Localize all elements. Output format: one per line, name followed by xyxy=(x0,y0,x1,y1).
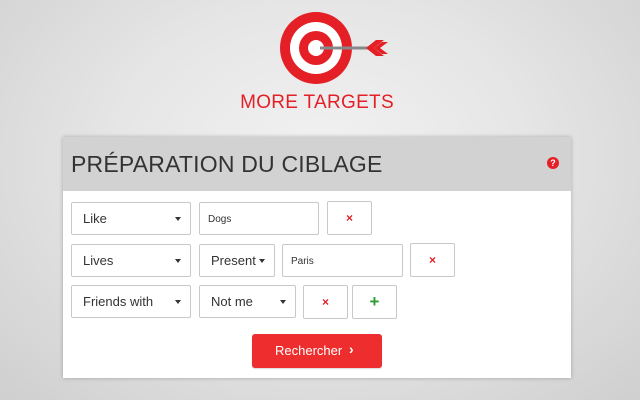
value-input-paris[interactable]: Paris xyxy=(282,244,403,277)
remove-row-button[interactable]: × xyxy=(303,285,348,319)
value-input-dogs[interactable]: Dogs xyxy=(199,202,319,235)
search-button[interactable]: Rechercher › xyxy=(252,334,382,368)
caret-down-icon xyxy=(259,259,265,263)
criterion-select-label: Lives xyxy=(83,253,114,268)
help-icon[interactable]: ? xyxy=(547,157,559,169)
criterion-select-like[interactable]: Like xyxy=(71,202,191,235)
close-icon: × xyxy=(321,295,329,309)
panel-header: PRÉPARATION DU CIBLAGE ? xyxy=(63,137,571,191)
who-select[interactable]: Not me xyxy=(199,285,296,318)
close-icon: × xyxy=(428,253,436,267)
who-select-label: Not me xyxy=(211,294,253,309)
plus-icon: + xyxy=(369,292,380,311)
brand-name: MORE TARGETS xyxy=(240,92,394,113)
close-icon: × xyxy=(345,211,353,225)
criterion-select-friends-with[interactable]: Friends with xyxy=(71,285,191,318)
value-input-text: Paris xyxy=(291,256,314,267)
add-row-button[interactable]: + xyxy=(352,285,397,319)
logo-area: MORE TARGETS xyxy=(0,0,640,130)
panel-title: PRÉPARATION DU CIBLAGE xyxy=(71,151,383,177)
caret-down-icon xyxy=(175,217,181,221)
search-button-label: Rechercher xyxy=(275,343,343,358)
tense-select-label: Present xyxy=(211,253,256,268)
criterion-select-label: Like xyxy=(83,211,107,226)
tense-select[interactable]: Present xyxy=(199,244,275,277)
criterion-select-label: Friends with xyxy=(83,294,154,309)
remove-row-button[interactable]: × xyxy=(410,243,455,277)
criterion-select-lives[interactable]: Lives xyxy=(71,244,191,277)
remove-row-button[interactable]: × xyxy=(327,201,372,235)
caret-down-icon xyxy=(175,300,181,304)
target-logo-icon xyxy=(280,12,388,84)
targeting-panel: PRÉPARATION DU CIBLAGE ? Like Dogs × Liv… xyxy=(63,137,571,378)
caret-down-icon xyxy=(280,300,286,304)
value-input-text: Dogs xyxy=(208,214,232,225)
caret-down-icon xyxy=(175,259,181,263)
chevron-right-icon: › xyxy=(349,341,354,357)
